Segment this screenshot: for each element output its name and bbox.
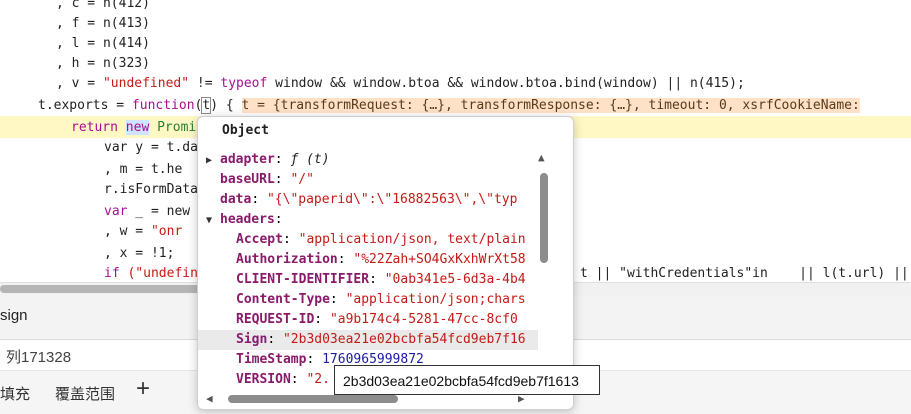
property-key: Accept: [236, 232, 283, 247]
property-row[interactable]: Content-Type: "application/json;chars: [198, 290, 538, 310]
property-value: "/": [290, 172, 314, 187]
property-separator: :: [290, 372, 307, 387]
property-row[interactable]: data: "{\"paperid\":\"16882563\",\"typ: [198, 190, 538, 210]
property-separator: :: [337, 252, 354, 267]
code-line: t.exports = function(t) { t = {transform…: [38, 97, 860, 114]
property-separator: :: [251, 192, 267, 207]
code-line: , l = n(414): [56, 36, 150, 51]
property-key: baseURL: [220, 172, 275, 187]
property-row[interactable]: CLIENT-IDENTIFIER: "0ab341e5-6d3a-4b4: [198, 270, 538, 290]
code-line: var _ = new: [104, 204, 191, 219]
property-key: Content-Type: [236, 292, 330, 307]
property-value: "2b3d03ea21e02bcbfa54fcd9eb7f16: [282, 332, 526, 347]
scrollbar-thumb[interactable]: [540, 173, 548, 263]
property-key: adapter: [220, 152, 275, 167]
code-line: , w = "onr: [104, 224, 183, 239]
property-separator: :: [267, 332, 283, 347]
property-separator: :: [282, 232, 299, 247]
scroll-left-icon[interactable]: ◀: [206, 392, 213, 405]
code-line: , x = !1;: [104, 246, 175, 261]
property-key: headers: [220, 212, 275, 227]
property-row[interactable]: Sign: "2b3d03ea21e02bcbfa54fcd9eb7f16: [198, 330, 538, 350]
property-row[interactable]: ▼ headers:: [198, 210, 538, 230]
field-name-label: sign: [0, 307, 28, 324]
property-value: ƒ (t): [290, 152, 330, 167]
property-key: VERSION: [236, 372, 291, 387]
collapse-icon[interactable]: ▼: [206, 211, 220, 230]
property-value: "%22Zah+SO4GxKxhWrXt58: [353, 252, 526, 267]
fill-button[interactable]: 填充: [0, 383, 30, 404]
code-line: , f = n(413): [56, 16, 150, 31]
property-separator: :: [369, 272, 385, 287]
property-key: TimeStamp: [236, 352, 307, 367]
coverage-button[interactable]: 覆盖范围: [55, 383, 115, 404]
code-line: return new Promi: [71, 120, 197, 135]
code-line: , h = n(323): [56, 56, 150, 71]
property-separator: :: [306, 352, 323, 367]
code-line: , m = t.he: [104, 162, 183, 177]
property-value: "2.: [306, 372, 330, 387]
property-separator: :: [329, 292, 346, 307]
property-value: "{\"paperid\":\"16882563\",\"typ: [266, 192, 518, 207]
property-separator: :: [274, 152, 291, 167]
code-line: , v = "undefined" != typeof window && wi…: [56, 76, 745, 91]
add-icon[interactable]: +: [136, 375, 150, 403]
scrollbar-thumb[interactable]: [228, 395, 398, 403]
property-separator: :: [314, 312, 330, 327]
popover-title: Object: [222, 123, 269, 138]
code-line: t || "withCredentials"in || l(t.url) ||: [580, 266, 909, 281]
code-line: if ("undefin: [104, 266, 198, 281]
expand-icon[interactable]: ▶: [206, 151, 220, 170]
code-line: r.isFormData: [104, 182, 198, 197]
code-line: , c = n(412): [56, 0, 150, 11]
property-separator: :: [274, 172, 291, 187]
property-value: "application/json, text/plain: [298, 232, 526, 247]
property-key: REQUEST-ID: [236, 312, 315, 327]
scroll-up-icon[interactable]: ▲: [538, 151, 545, 164]
property-value: "0ab341e5-6d3a-4b4: [384, 272, 526, 287]
property-separator: :: [274, 212, 283, 227]
property-key: CLIENT-IDENTIFIER: [236, 272, 370, 287]
property-row[interactable]: Accept: "application/json, text/plain: [198, 230, 538, 250]
code-line: var y = t.da: [104, 140, 198, 155]
popover-vertical-scrollbar[interactable]: ▲: [537, 151, 551, 391]
property-key: data: [220, 192, 252, 207]
property-key: Authorization: [236, 252, 338, 267]
property-row[interactable]: baseURL: "/": [198, 170, 538, 190]
value-tooltip: 2b3d03ea21e02bcbfa54fcd9eb7f1613: [334, 365, 600, 395]
inline-value-preview: t = {transformRequest: {…}, transformRes…: [241, 98, 860, 113]
property-value: "application/json;chars: [345, 292, 526, 307]
property-row[interactable]: REQUEST-ID: "a9b174c4-5281-47cc-8cf0: [198, 310, 538, 330]
column-label: 列171328: [6, 349, 72, 366]
property-row[interactable]: Authorization: "%22Zah+SO4GxKxhWrXt58: [198, 250, 538, 270]
property-key: Sign: [236, 332, 268, 347]
property-value: "a9b174c4-5281-47cc-8cf0: [329, 312, 518, 327]
property-row[interactable]: ▶ adapter: ƒ (t): [198, 150, 538, 170]
